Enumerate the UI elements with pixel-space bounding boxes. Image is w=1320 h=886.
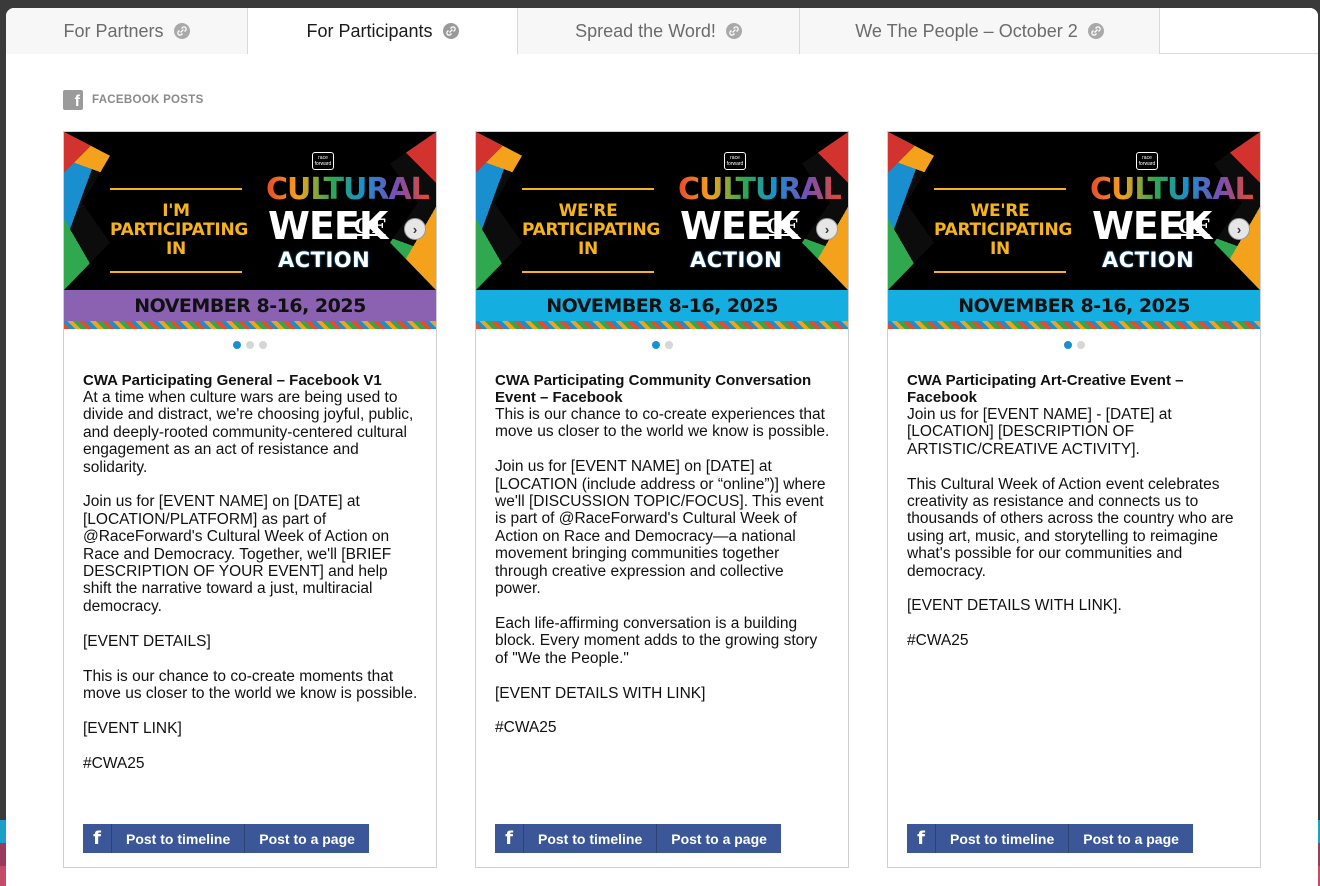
banner-of: OF [1178, 214, 1210, 238]
race-forward-logo: race forward [1136, 152, 1158, 170]
post-image-carousel: WE'RE PARTICIPATING IN race forward CULT… [888, 132, 1260, 329]
banner-date: NOVEMBER 8-16, 2025 [64, 290, 436, 321]
post-content: CWA Participating Art-Creative Event – F… [907, 372, 1243, 650]
banner-pattern-left [64, 132, 110, 290]
link-icon [173, 23, 190, 39]
banner-date: NOVEMBER 8-16, 2025 [888, 290, 1260, 321]
post-text: Join us for [EVENT NAME] - [DATE] at [LO… [907, 406, 1234, 650]
facebook-f-icon[interactable]: f [495, 824, 524, 853]
carousel-dot[interactable] [233, 341, 241, 349]
post-to-timeline-button[interactable]: Post to timeline [112, 824, 246, 853]
carousel-dots [888, 341, 1260, 349]
carousel-dot[interactable] [246, 341, 254, 349]
banner-pattern-left [476, 132, 522, 290]
race-forward-logo: race forward [724, 152, 746, 170]
tab-spread-the-word[interactable]: Spread the Word! [518, 8, 800, 54]
content-panel: For Partners For Participants Spread the… [6, 8, 1318, 886]
post-content: CWA Participating General – Facebook V1 … [83, 372, 419, 772]
post-to-page-button[interactable]: Post to a page [657, 824, 781, 853]
banner-cultural: CULTURAL [678, 172, 842, 207]
banner-participating-text: I'M PARTICIPATING IN [110, 188, 248, 273]
carousel-dot[interactable] [259, 341, 267, 349]
tab-label: For Partners [63, 20, 164, 41]
banner-pattern-right [1214, 132, 1260, 290]
banner-pattern-right [390, 132, 436, 290]
post-card: I'M PARTICIPATING IN race forward CULTUR… [63, 131, 437, 868]
post-to-timeline-button[interactable]: Post to timeline [524, 824, 658, 853]
banner-participating-text: WE'RE PARTICIPATING IN [522, 188, 660, 273]
banner-pattern-right [802, 132, 848, 290]
post-card: WE'RE PARTICIPATING IN race forward CULT… [887, 131, 1261, 868]
tab-label: Spread the Word! [575, 20, 716, 41]
section-header: f FACEBOOK POSTS [63, 90, 204, 110]
link-icon [1087, 23, 1104, 39]
carousel-dot[interactable] [651, 341, 660, 349]
post-image-carousel: WE'RE PARTICIPATING IN race forward CULT… [476, 132, 848, 329]
banner-pattern-stripe [64, 321, 436, 329]
share-buttons: f Post to timeline Post to a page [907, 824, 1193, 853]
carousel-next-icon[interactable]: › [404, 218, 426, 240]
post-card: WE'RE PARTICIPATING IN race forward CULT… [475, 131, 849, 868]
post-title: CWA Participating General – Facebook V1 [83, 372, 382, 389]
banner-cultural: CULTURAL [266, 172, 430, 207]
post-title: CWA Participating Community Conversation… [495, 372, 812, 406]
banner-pattern-stripe [888, 321, 1260, 329]
post-to-page-button[interactable]: Post to a page [1069, 824, 1193, 853]
banner-cultural: CULTURAL [1090, 172, 1254, 207]
link-icon [442, 23, 459, 39]
banner-action: ACTION [278, 248, 371, 272]
tab-we-the-people[interactable]: We The People – October 2 [800, 8, 1160, 54]
post-content: CWA Participating Community Conversation… [495, 372, 831, 737]
tab-bar: For Partners For Participants Spread the… [6, 8, 1318, 55]
carousel-dot[interactable] [1076, 341, 1085, 349]
race-forward-logo: race forward [312, 152, 334, 170]
share-buttons: f Post to timeline Post to a page [495, 824, 781, 853]
carousel-next-icon[interactable]: › [1228, 218, 1250, 240]
facebook-f-icon[interactable]: f [907, 824, 936, 853]
post-text: At a time when culture wars are being us… [83, 389, 418, 772]
carousel-dots [64, 341, 436, 349]
banner-of: OF [766, 214, 798, 238]
post-text: This is our chance to co-create experien… [495, 406, 830, 737]
banner-participating-text: WE'RE PARTICIPATING IN [934, 188, 1072, 273]
post-to-timeline-button[interactable]: Post to timeline [936, 824, 1070, 853]
banner-pattern-left [888, 132, 934, 290]
post-image-carousel: I'M PARTICIPATING IN race forward CULTUR… [64, 132, 436, 329]
tab-bar-filler [1160, 8, 1318, 53]
banner-pattern-stripe [476, 321, 848, 329]
carousel-dot[interactable] [1063, 341, 1072, 349]
link-icon [725, 23, 742, 39]
tab-label: For Participants [306, 20, 433, 41]
section-title: FACEBOOK POSTS [92, 94, 204, 106]
post-to-page-button[interactable]: Post to a page [245, 824, 369, 853]
facebook-icon: f [63, 90, 83, 110]
carousel-dots [476, 341, 848, 349]
tab-label: We The People – October 2 [855, 20, 1078, 41]
share-buttons: f Post to timeline Post to a page [83, 824, 369, 853]
carousel-dot[interactable] [664, 341, 673, 349]
carousel-next-icon[interactable]: › [816, 218, 838, 240]
banner-action: ACTION [1102, 248, 1195, 272]
banner-date: NOVEMBER 8-16, 2025 [476, 290, 848, 321]
banner-of: OF [354, 214, 386, 238]
banner-action: ACTION [690, 248, 783, 272]
tab-for-participants[interactable]: For Participants [248, 8, 518, 55]
tab-for-partners[interactable]: For Partners [6, 8, 248, 54]
post-title: CWA Participating Art-Creative Event – F… [907, 372, 1184, 406]
facebook-f-icon[interactable]: f [83, 824, 112, 853]
